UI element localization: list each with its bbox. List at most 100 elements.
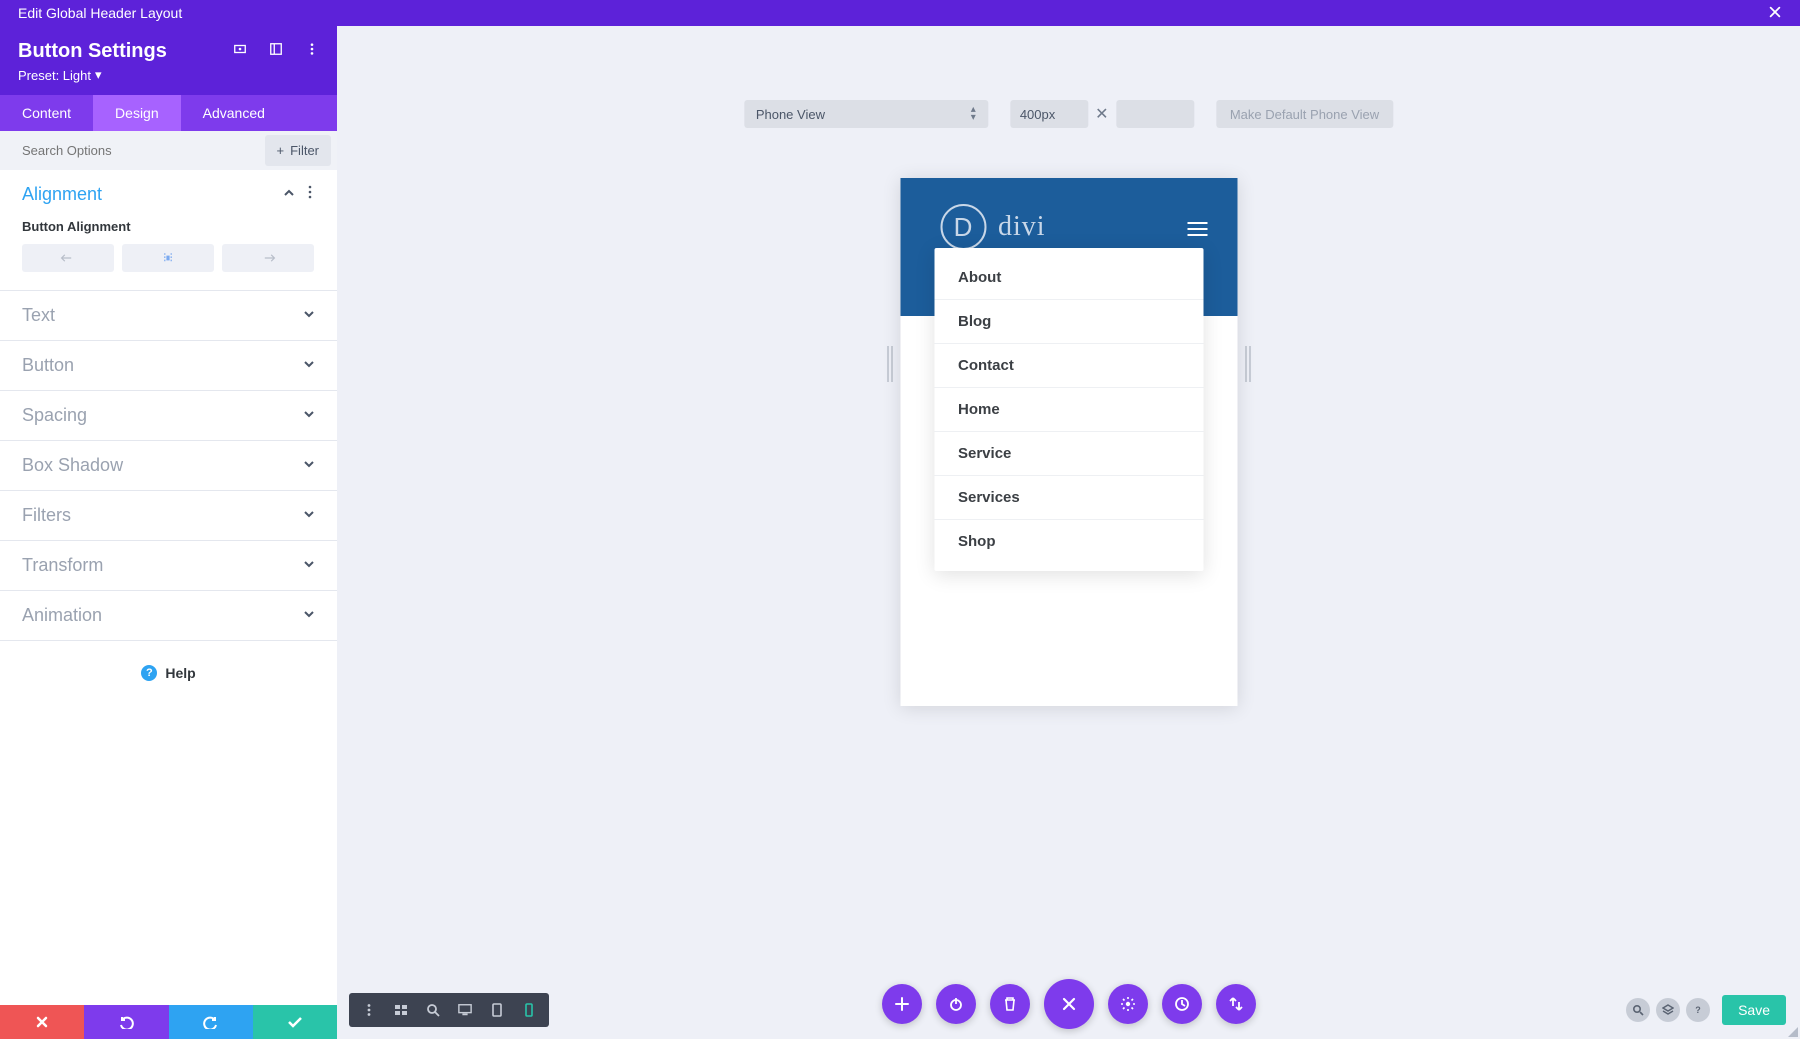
more-icon[interactable] (305, 185, 315, 204)
preset-selector[interactable]: Preset: Light ▾ (18, 67, 319, 83)
section-box-shadow-title: Box Shadow (22, 455, 123, 476)
settings-sidebar: Button Settings Preset: Light ▾ Content … (0, 26, 337, 1039)
menu-item-shop[interactable]: Shop (934, 520, 1203, 563)
section-text-head[interactable]: Text (0, 291, 337, 340)
preview-canvas: Phone View ▴▾ 400px ✕ Make Default Phone… (337, 26, 1800, 1039)
align-center-button[interactable] (122, 244, 214, 272)
help-label: Help (165, 665, 195, 681)
desktop-view-button[interactable] (449, 993, 481, 1027)
view-mode-select[interactable]: Phone View ▴▾ (744, 100, 988, 128)
close-icon[interactable] (1768, 5, 1782, 22)
add-button[interactable] (882, 984, 922, 1024)
dimension-separator: ✕ (1088, 104, 1116, 124)
hamburger-icon[interactable] (1187, 218, 1207, 240)
section-box-shadow: Box Shadow (0, 441, 337, 491)
resize-corner[interactable] (1786, 1025, 1800, 1039)
menu-item-service[interactable]: Service (934, 432, 1203, 476)
chevron-down-icon (303, 307, 315, 325)
help-button[interactable]: ? Help (0, 641, 337, 705)
phone-view-button[interactable] (513, 993, 545, 1027)
align-left-button[interactable] (22, 244, 114, 272)
expand-icon[interactable] (233, 42, 247, 61)
delete-button[interactable] (990, 984, 1030, 1024)
view-dimensions: 400px ✕ (1010, 100, 1194, 128)
svg-text:?: ? (1695, 1005, 1701, 1015)
section-animation: Animation (0, 591, 337, 641)
chevron-down-icon (303, 607, 315, 625)
tab-content[interactable]: Content (0, 95, 93, 131)
wireframe-view-button[interactable] (385, 993, 417, 1027)
history-button[interactable] (1162, 984, 1202, 1024)
menu-item-home[interactable]: Home (934, 388, 1203, 432)
section-filters: Filters (0, 491, 337, 541)
help-page-button[interactable]: ? (1686, 998, 1710, 1022)
width-input[interactable]: 400px (1010, 100, 1088, 128)
section-transform: Transform (0, 541, 337, 591)
height-input[interactable] (1116, 100, 1194, 128)
layout-icon[interactable] (269, 42, 283, 61)
tab-advanced[interactable]: Advanced (181, 95, 287, 131)
section-animation-title: Animation (22, 605, 102, 626)
section-spacing-title: Spacing (22, 405, 87, 426)
section-animation-head[interactable]: Animation (0, 591, 337, 640)
chevron-down-icon (303, 457, 315, 475)
align-right-button[interactable] (222, 244, 314, 272)
power-button[interactable] (936, 984, 976, 1024)
section-box-shadow-head[interactable]: Box Shadow (0, 441, 337, 490)
section-button-title: Button (22, 355, 74, 376)
layers-button[interactable] (1656, 998, 1680, 1022)
search-page-button[interactable] (1626, 998, 1650, 1022)
right-action-bar: ? Save (1626, 995, 1786, 1025)
help-icon: ? (141, 665, 157, 681)
section-filters-head[interactable]: Filters (0, 491, 337, 540)
search-row: + Filter (0, 131, 337, 170)
section-text-title: Text (22, 305, 55, 326)
topbar-title: Edit Global Header Layout (18, 5, 182, 21)
redo-button[interactable] (169, 1005, 253, 1039)
section-text: Text (0, 291, 337, 341)
menu-item-services[interactable]: Services (934, 476, 1203, 520)
settings-tabs: Content Design Advanced (0, 95, 337, 131)
button-alignment-label: Button Alignment (22, 219, 315, 234)
mobile-menu: About Blog Contact Home Service Services… (934, 248, 1203, 571)
site-logo[interactable]: D divi (940, 204, 1046, 250)
device-toolbar (349, 993, 549, 1027)
chevron-down-icon (303, 557, 315, 575)
view-controls: Phone View ▴▾ 400px ✕ Make Default Phone… (744, 100, 1393, 128)
chevron-up-icon (283, 186, 295, 204)
section-spacing: Spacing (0, 391, 337, 441)
menu-item-contact[interactable]: Contact (934, 344, 1203, 388)
search-input[interactable] (0, 133, 265, 168)
discard-button[interactable] (0, 1005, 84, 1039)
undo-button[interactable] (84, 1005, 168, 1039)
resize-handle-left[interactable] (887, 346, 893, 382)
settings-button[interactable] (1108, 984, 1148, 1024)
logo-icon: D (940, 204, 986, 250)
settings-panel: Alignment Button Alignment Text But (0, 170, 337, 1005)
alignment-buttons (22, 244, 315, 272)
sidebar-header: Button Settings Preset: Light ▾ (0, 26, 337, 95)
portability-button[interactable] (1216, 984, 1256, 1024)
save-button[interactable]: Save (1722, 995, 1786, 1025)
chevron-down-icon (303, 407, 315, 425)
zoom-button[interactable] (417, 993, 449, 1027)
menu-item-about[interactable]: About (934, 256, 1203, 300)
phone-preview: D divi About Blog Contact Home Service S… (900, 178, 1237, 706)
close-builder-button[interactable] (1044, 979, 1094, 1029)
settings-title: Button Settings (18, 40, 167, 63)
apply-button[interactable] (253, 1005, 337, 1039)
logo-text: divi (998, 211, 1046, 243)
tablet-view-button[interactable] (481, 993, 513, 1027)
section-transform-head[interactable]: Transform (0, 541, 337, 590)
filter-button[interactable]: + Filter (265, 135, 331, 166)
menu-item-blog[interactable]: Blog (934, 300, 1203, 344)
make-default-button[interactable]: Make Default Phone View (1216, 100, 1393, 128)
preset-label: Preset: Light (18, 68, 91, 83)
resize-handle-right[interactable] (1245, 346, 1251, 382)
section-button-head[interactable]: Button (0, 341, 337, 390)
tab-design[interactable]: Design (93, 95, 181, 131)
more-icon[interactable] (305, 42, 319, 61)
toolbar-more-button[interactable] (353, 993, 385, 1027)
section-alignment-head[interactable]: Alignment (0, 170, 337, 219)
section-spacing-head[interactable]: Spacing (0, 391, 337, 440)
